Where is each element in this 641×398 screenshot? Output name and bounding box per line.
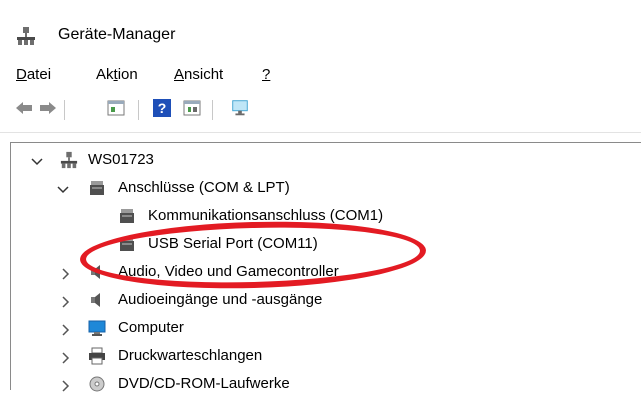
- chevron-right-icon[interactable]: [58, 374, 72, 398]
- printer-icon: [89, 347, 105, 365]
- computer-network-icon: [60, 151, 78, 169]
- speaker-icon: [91, 265, 100, 279]
- help-icon[interactable]: ?: [152, 98, 172, 118]
- svg-text:?: ?: [158, 100, 167, 116]
- chevron-down-icon[interactable]: [56, 178, 70, 202]
- tree-item-label[interactable]: Computer: [118, 316, 184, 340]
- toolbar-separator: [212, 100, 213, 120]
- dvd-drive-icon: [89, 376, 105, 392]
- port-icon: [90, 181, 104, 195]
- tree-item-label[interactable]: Audio, Video und Gamecontroller: [118, 260, 339, 284]
- tree-root-label[interactable]: WS01723: [88, 148, 154, 172]
- menu-help[interactable]: ?: [262, 66, 270, 83]
- properties-icon[interactable]: [106, 98, 126, 118]
- back-arrow-icon[interactable]: [14, 98, 34, 118]
- chevron-right-icon[interactable]: [58, 262, 72, 286]
- tree-item-label[interactable]: DVD/CD-ROM-Laufwerke: [118, 372, 290, 396]
- toggle-view-icon[interactable]: [182, 98, 202, 118]
- toolbar-separator: [64, 100, 65, 120]
- menu-aktion[interactable]: Aktion: [96, 66, 138, 83]
- menu-ansicht[interactable]: Ansicht: [174, 66, 223, 83]
- tree-item-label[interactable]: Anschlüsse (COM & LPT): [118, 176, 290, 200]
- speaker-icon: [91, 293, 100, 307]
- port-icon: [120, 209, 134, 223]
- tree-item-label[interactable]: Kommunikationsanschluss (COM1): [148, 204, 383, 228]
- device-manager-icon: [17, 27, 35, 45]
- toolbar: [0, 92, 641, 133]
- port-icon: [120, 237, 134, 251]
- menu-datei[interactable]: Datei: [16, 66, 51, 83]
- tree-item-label[interactable]: USB Serial Port (COM11): [148, 232, 318, 256]
- chevron-right-icon[interactable]: [58, 318, 72, 342]
- tree-item-label[interactable]: Druckwarteschlangen: [118, 344, 262, 368]
- monitor-scan-icon[interactable]: [230, 98, 250, 118]
- window-title: Geräte-Manager: [58, 26, 176, 43]
- tree-item-label[interactable]: Audioeingänge und -ausgänge: [118, 288, 322, 312]
- toolbar-separator: [138, 100, 139, 120]
- chevron-down-icon[interactable]: [30, 150, 44, 174]
- forward-arrow-icon[interactable]: [38, 98, 58, 118]
- chevron-right-icon[interactable]: [58, 290, 72, 314]
- monitor-icon: [88, 320, 106, 336]
- chevron-right-icon[interactable]: [58, 346, 72, 370]
